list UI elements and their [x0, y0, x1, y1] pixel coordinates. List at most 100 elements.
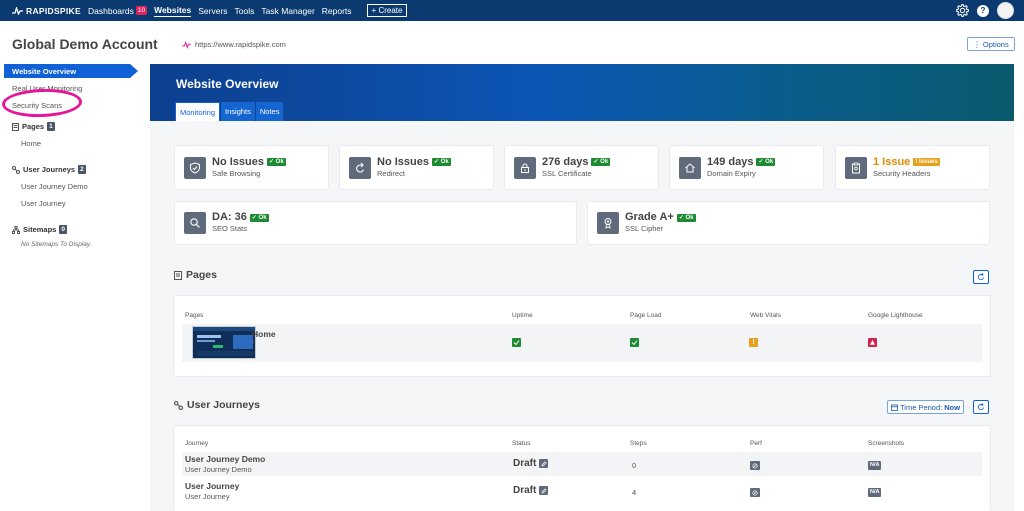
ok-badge: ✓ Ok — [756, 158, 776, 166]
sitemap-icon — [12, 225, 20, 234]
card-ssl-cipher[interactable]: Grade A+ ✓ Ok SSL Cipher — [588, 202, 989, 244]
time-period-button[interactable]: Time Period: Now — [887, 400, 965, 414]
card-domain-expiry[interactable]: 149 days ✓ Ok Domain Expiry — [670, 146, 823, 189]
nav-task-manager[interactable]: Task Manager — [261, 6, 314, 16]
table-row[interactable]: User Journey Demo User Journey Demo Draf… — [182, 452, 982, 476]
uptime-ok-icon[interactable] — [512, 338, 521, 347]
card-label: Redirect — [377, 168, 405, 178]
journey-name[interactable]: User Journey Demo — [185, 454, 265, 464]
card-label: SSL Certificate — [542, 168, 592, 178]
refresh-icon — [977, 403, 984, 411]
edit-icon[interactable] — [539, 459, 549, 468]
journeys-section-label: User Journeys — [23, 165, 76, 174]
screenshots-badge: N/A — [868, 488, 882, 497]
nav-websites[interactable]: Websites — [154, 5, 192, 17]
journey-icon — [12, 165, 20, 174]
card-value: Grade A+ ✓ Ok — [625, 212, 696, 223]
rapidspike-logo-icon — [12, 6, 23, 15]
sidebar-item-user-journey-demo[interactable]: User Journey Demo — [21, 182, 88, 191]
card-label: Domain Expiry — [707, 168, 756, 178]
journeys-count-badge: 2 — [78, 165, 86, 174]
card-value: No Issues ✓ Ok — [212, 155, 286, 168]
card-value-text: No Issues — [212, 155, 264, 168]
award-icon — [597, 212, 619, 234]
sidebar-section-user-journeys[interactable]: User Journeys 2 — [12, 165, 86, 174]
gear-icon[interactable] — [956, 4, 969, 17]
column-header: Status — [512, 440, 531, 447]
card-label: Safe Browsing — [212, 168, 261, 178]
brand-name: RAPIDSPIKE — [26, 5, 81, 16]
site-url-text: https://www.rapidspike.com — [195, 40, 286, 49]
page-thumbnail[interactable] — [192, 326, 256, 359]
tab-notes[interactable]: Notes — [255, 102, 284, 121]
options-button[interactable]: ⋮ Options — [967, 37, 1015, 51]
card-label: SSL Cipher — [625, 224, 664, 233]
card-value-text: 1 Issue — [873, 155, 911, 168]
sidebar-item-website-overview[interactable]: Website Overview — [4, 64, 130, 78]
tab-monitoring[interactable]: Monitoring — [175, 102, 221, 121]
card-label: Security Headers — [873, 168, 931, 178]
nav-reports[interactable]: Reports — [322, 6, 352, 16]
tab-insights[interactable]: Insights — [221, 102, 255, 121]
card-security-headers[interactable]: 1 Issue! Issues Security Headers — [836, 146, 989, 189]
nav-servers[interactable]: Servers — [198, 6, 227, 16]
avatar[interactable] — [997, 2, 1014, 19]
calendar-icon — [891, 404, 898, 411]
status-text: Draft — [513, 458, 537, 469]
sidebar-section-pages[interactable]: Pages 1 — [12, 122, 55, 131]
clipboard-icon — [845, 156, 867, 179]
journey-status: Draft — [513, 458, 549, 469]
status-text: Draft — [513, 485, 537, 496]
perf-disabled-icon[interactable] — [750, 488, 760, 497]
ok-badge: ✓ Ok — [431, 158, 451, 166]
card-safe-browsing[interactable]: No Issues ✓ Ok Safe Browsing — [175, 146, 328, 189]
card-value-text: DA: 36 — [212, 211, 247, 223]
pages-refresh-button[interactable] — [973, 270, 989, 284]
time-period-label: Time Period: — [900, 402, 943, 412]
brand-logo[interactable]: RAPIDSPIKE — [12, 6, 88, 16]
card-value: DA: 36 ✓ Ok — [212, 212, 269, 223]
journey-sub: User Journey Demo — [185, 465, 252, 474]
time-period-value: Now — [944, 402, 961, 412]
edit-icon[interactable] — [539, 486, 549, 495]
issues-badge: ! Issues — [913, 158, 940, 166]
card-value: 149 days ✓ Ok — [707, 156, 776, 168]
sidebar-item-user-journey[interactable]: User Journey — [21, 199, 66, 208]
lighthouse-error-icon[interactable] — [868, 338, 877, 347]
nav-dashboards[interactable]: Dashboards 10 — [88, 6, 148, 16]
ok-badge: ✓ Ok — [591, 158, 611, 166]
card-seo-stats[interactable]: DA: 36 ✓ Ok SEO Stats — [175, 202, 576, 244]
card-redirect[interactable]: No Issues ✓ Ok Redirect — [340, 146, 493, 189]
journey-name[interactable]: User Journey — [185, 481, 239, 491]
journeys-table: Journey Status Steps Perf Screenshots Us… — [174, 426, 990, 511]
create-button[interactable]: + Create — [366, 4, 408, 17]
dashboards-count-badge: 10 — [135, 6, 148, 15]
sidebar-item-home[interactable]: Home — [21, 139, 41, 148]
card-ssl-certificate[interactable]: 276 days ✓ Ok SSL Certificate — [505, 146, 658, 189]
page-load-ok-icon[interactable] — [630, 338, 639, 347]
pages-table: Pages Uptime Page Load Web Vitals Google… — [174, 296, 990, 376]
sidebar-section-sitemaps[interactable]: Sitemaps 0 — [12, 225, 67, 234]
card-value: 1 Issue! Issues — [873, 155, 940, 168]
home-icon — [679, 156, 701, 179]
pages-count-badge: 1 — [47, 122, 55, 131]
main-content: Website Overview Monitoring Insights Not… — [150, 64, 1014, 511]
table-row[interactable]: Home / ! — [182, 324, 982, 362]
pages-section-label: Pages — [22, 122, 45, 131]
journey-steps: 0 — [632, 461, 637, 470]
journey-sub: User Journey — [185, 492, 230, 501]
help-icon[interactable]: ? — [977, 4, 989, 17]
journeys-refresh-button[interactable] — [973, 400, 989, 414]
table-row[interactable]: User Journey User Journey Draft 4 N/A — [182, 479, 982, 503]
overview-tabs: Monitoring Insights Notes — [175, 102, 284, 121]
perf-disabled-icon[interactable] — [750, 461, 760, 470]
card-value: 276 days ✓ Ok — [542, 156, 611, 168]
sitemaps-empty-message: No Sitemaps To Display. — [21, 241, 92, 248]
web-vitals-warning-icon[interactable]: ! — [749, 338, 758, 347]
card-label: SEO Stats — [212, 224, 248, 233]
top-navbar: RAPIDSPIKE Dashboards 10 Websites Servers… — [0, 0, 1024, 21]
site-url[interactable]: https://www.rapidspike.com — [182, 40, 286, 49]
nav-tools[interactable]: Tools — [235, 6, 255, 16]
page-name[interactable]: Home — [252, 329, 276, 339]
page-title: Global Demo Account — [12, 36, 158, 52]
